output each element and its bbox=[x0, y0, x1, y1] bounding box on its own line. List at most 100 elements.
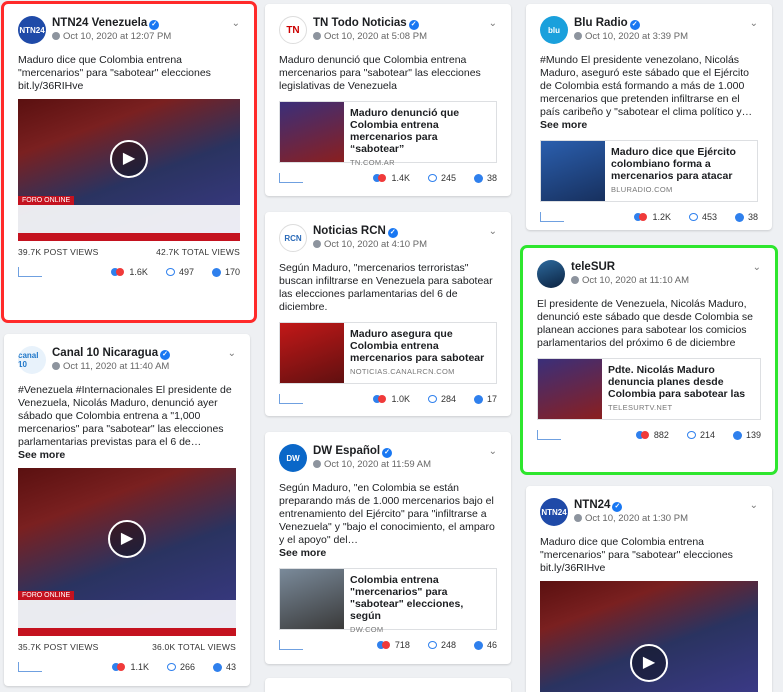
reactions-count[interactable]: 718 bbox=[395, 640, 410, 650]
chevron-down-icon[interactable]: ⌄ bbox=[232, 18, 240, 29]
globe-icon bbox=[574, 32, 582, 40]
reactions-count[interactable]: 1.2K bbox=[652, 212, 671, 222]
post-header: NTN24 NTN24 Venezuela ✓ Oct 10, 2020 at 1… bbox=[18, 16, 240, 50]
post-stats: 1.1K 266 43 bbox=[18, 660, 236, 674]
sparkline-icon bbox=[18, 267, 42, 277]
link-preview[interactable]: Maduro asegura que Colombia entrena merc… bbox=[279, 322, 497, 384]
avatar[interactable]: blu bbox=[540, 16, 568, 44]
video-thumbnail[interactable]: ▶ bbox=[540, 581, 758, 692]
shares-icon bbox=[473, 173, 483, 183]
post-header: teleSUR Oct 10, 2020 at 11:10 AM ⌄ bbox=[537, 260, 761, 294]
verified-icon: ✓ bbox=[149, 20, 160, 30]
page-name[interactable]: TN Todo Noticias bbox=[313, 17, 407, 29]
link-thumbnail bbox=[280, 323, 344, 383]
avatar[interactable]: DW bbox=[279, 444, 307, 472]
post-date[interactable]: Oct 10, 2020 at 11:10 AM bbox=[582, 275, 689, 286]
link-title[interactable]: Colombia entrena "mercenarios" para "sab… bbox=[350, 574, 490, 622]
sparkline-icon bbox=[540, 212, 564, 222]
post-date[interactable]: Oct 10, 2020 at 4:10 PM bbox=[324, 239, 427, 250]
post-date[interactable]: Oct 10, 2020 at 3:39 PM bbox=[585, 31, 688, 42]
shares-count[interactable]: 43 bbox=[226, 662, 236, 672]
play-icon[interactable]: ▶ bbox=[630, 643, 668, 682]
link-preview[interactable]: Maduro dice que Ejército colombiano form… bbox=[540, 140, 758, 202]
play-icon[interactable]: ▶ bbox=[110, 139, 148, 178]
see-more-link[interactable]: See more bbox=[279, 547, 497, 560]
link-preview[interactable]: Colombia entrena "mercenarios" para "sab… bbox=[279, 568, 497, 634]
see-more-link[interactable]: See more bbox=[18, 449, 236, 462]
comments-icon bbox=[688, 213, 698, 221]
reactions-icon bbox=[373, 394, 387, 404]
shares-count[interactable]: 139 bbox=[746, 430, 761, 440]
reactions-count[interactable]: 1.0K bbox=[391, 394, 410, 404]
shares-count[interactable]: 46 bbox=[487, 640, 497, 650]
chevron-down-icon[interactable]: ⌄ bbox=[228, 348, 236, 359]
post-date[interactable]: Oct 10, 2020 at 11:59 AM bbox=[324, 459, 431, 470]
post-text: Según Maduro, "en Colombia se están prep… bbox=[279, 482, 495, 546]
page-name[interactable]: NTN24 Venezuela bbox=[52, 17, 147, 29]
avatar[interactable]: NTN24 bbox=[540, 498, 568, 526]
post-text: Según Maduro, "mercenarios terroristas" … bbox=[279, 262, 493, 313]
chevron-down-icon[interactable]: ⌄ bbox=[753, 262, 761, 273]
video-lower-third bbox=[18, 600, 236, 628]
comments-count[interactable]: 284 bbox=[441, 394, 456, 404]
chevron-down-icon[interactable]: ⌄ bbox=[489, 446, 497, 457]
link-title[interactable]: Pdte. Nicolás Maduro denuncia planes des… bbox=[608, 364, 754, 400]
reactions-count[interactable]: 1.4K bbox=[391, 173, 410, 183]
post-date[interactable]: Oct 10, 2020 at 5:08 PM bbox=[324, 31, 427, 42]
link-title[interactable]: Maduro denunció que Colombia entrena mer… bbox=[350, 107, 490, 155]
avatar[interactable]: RCN bbox=[279, 224, 307, 252]
comments-count[interactable]: 497 bbox=[179, 267, 194, 277]
comments-count[interactable]: 248 bbox=[441, 640, 456, 650]
total-views: 42.7K TOTAL VIEWS bbox=[156, 247, 240, 257]
link-domain: NOTICIAS.CANALRCN.COM bbox=[350, 367, 455, 376]
page-name[interactable]: DW Español bbox=[313, 445, 380, 457]
reactions-icon bbox=[376, 640, 391, 650]
page-name[interactable]: teleSUR bbox=[571, 261, 615, 273]
comments-count[interactable]: 266 bbox=[180, 662, 195, 672]
shares-count[interactable]: 38 bbox=[748, 212, 758, 222]
video-thumbnail[interactable]: FORO ONLINE ▶ bbox=[18, 99, 240, 241]
shares-count[interactable]: 17 bbox=[487, 394, 497, 404]
link-preview[interactable]: Maduro denunció que Colombia entrena mer… bbox=[279, 101, 497, 167]
comments-count[interactable]: 453 bbox=[702, 212, 717, 222]
avatar[interactable] bbox=[537, 260, 565, 288]
verified-icon: ✓ bbox=[160, 350, 171, 360]
shares-count[interactable]: 170 bbox=[225, 267, 240, 277]
chevron-down-icon[interactable]: ⌄ bbox=[489, 18, 497, 29]
page-name[interactable]: Noticias RCN bbox=[313, 225, 386, 237]
video-thumbnail[interactable]: FORO ONLINE ▶ bbox=[18, 468, 236, 636]
comments-count[interactable]: 214 bbox=[700, 430, 715, 440]
shares-icon bbox=[211, 267, 221, 277]
post-card-ntn24-venezuela: NTN24 NTN24 Venezuela ✓ Oct 10, 2020 at 1… bbox=[1, 1, 257, 323]
post-stats: 718 248 46 bbox=[279, 638, 497, 652]
post-date[interactable]: Oct 10, 2020 at 12:07 PM bbox=[63, 31, 171, 42]
post-text: Maduro dice que Colombia entrena "mercen… bbox=[18, 54, 211, 92]
post-card-ntn24: NTN24 NTN24 ✓ Oct 10, 2020 at 1:30 PM ⌄ M… bbox=[526, 486, 772, 692]
reactions-count[interactable]: 882 bbox=[654, 430, 669, 440]
post-stats: 882 214 139 bbox=[537, 428, 761, 442]
shares-count[interactable]: 38 bbox=[487, 173, 497, 183]
play-icon[interactable]: ▶ bbox=[108, 519, 146, 558]
video-lower-bar bbox=[18, 628, 236, 636]
page-name[interactable]: Canal 10 Nicaragua bbox=[52, 347, 158, 359]
post-date[interactable]: Oct 10, 2020 at 1:30 PM bbox=[585, 513, 688, 524]
sparkline-icon bbox=[18, 662, 42, 672]
avatar[interactable]: TN bbox=[279, 16, 307, 44]
avatar[interactable]: NTN24 bbox=[18, 16, 46, 44]
reactions-count[interactable]: 1.1K bbox=[130, 662, 149, 672]
comments-icon bbox=[427, 641, 437, 649]
avatar[interactable]: canal 10 bbox=[18, 346, 46, 374]
link-preview[interactable]: Pdte. Nicolás Maduro denuncia planes des… bbox=[537, 358, 761, 420]
page-name[interactable]: Blu Radio bbox=[574, 17, 628, 29]
link-title[interactable]: Maduro dice que Ejército colombiano form… bbox=[611, 146, 751, 182]
chevron-down-icon[interactable]: ⌄ bbox=[750, 500, 758, 511]
reactions-count[interactable]: 1.6K bbox=[129, 267, 148, 277]
see-more-link[interactable]: See more bbox=[540, 119, 758, 132]
chevron-down-icon[interactable]: ⌄ bbox=[750, 18, 758, 29]
verified-icon: ✓ bbox=[382, 448, 393, 458]
page-name[interactable]: NTN24 bbox=[574, 499, 610, 511]
comments-count[interactable]: 245 bbox=[441, 173, 456, 183]
chevron-down-icon[interactable]: ⌄ bbox=[489, 226, 497, 237]
link-title[interactable]: Maduro asegura que Colombia entrena merc… bbox=[350, 328, 490, 364]
post-date[interactable]: Oct 11, 2020 at 11:40 AM bbox=[63, 361, 169, 372]
